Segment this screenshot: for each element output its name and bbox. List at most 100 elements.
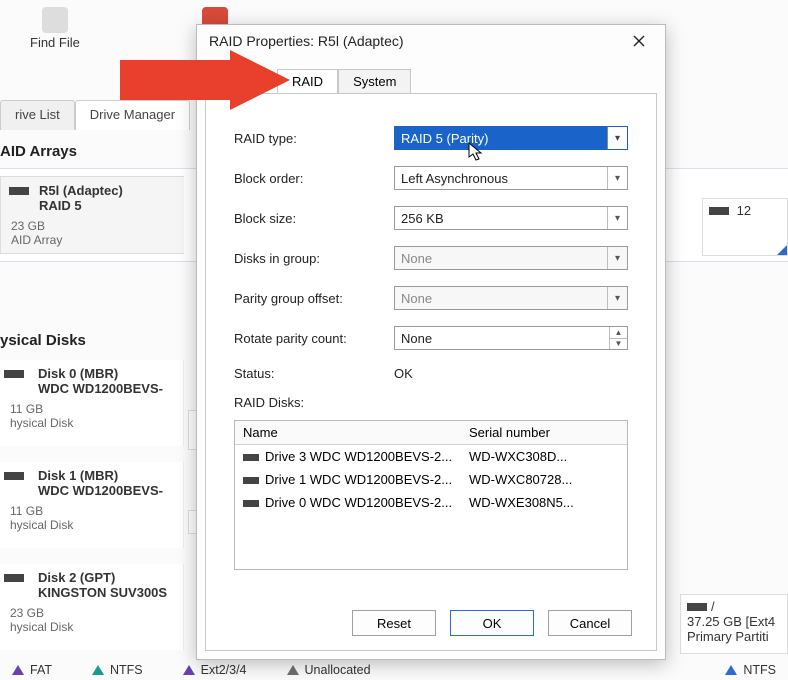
list-item[interactable]: Drive 3 WDC WD1200BEVS-2... WD-WXC308D..… (235, 445, 627, 468)
col-name[interactable]: Name (235, 421, 461, 444)
label-status: Status: (234, 366, 394, 381)
spinner-up-icon[interactable]: ▲ (609, 327, 627, 338)
dialog-buttons: Reset OK Cancel (352, 610, 632, 636)
list-item[interactable]: Drive 0 WDC WD1200BEVS-2... WD-WXE308N5.… (235, 491, 627, 514)
resize-corner-icon (777, 245, 787, 255)
col-serial[interactable]: Serial number (461, 421, 627, 444)
mount-point: / (711, 599, 715, 614)
block-size-combo[interactable]: 256 KB ▾ (394, 206, 628, 230)
chevron-down-icon: ▾ (607, 287, 627, 309)
peek-number: 12 (737, 203, 751, 218)
label-block-size: Block size: (234, 211, 394, 226)
drive-icon (9, 187, 29, 195)
label-raid-type: RAID type: (234, 131, 394, 146)
ntfs-swatch-icon (92, 665, 104, 675)
right-partition-card: / 37.25 GB [Ext4 Primary Partiti (680, 594, 788, 654)
raid-array-card[interactable]: R5l (Adaptec) RAID 5 23 GB AID Array (0, 176, 184, 254)
list-item[interactable]: Drive 1 WDC WD1200BEVS-2... WD-WXC80728.… (235, 468, 627, 491)
fs-unalloc: Unallocated (305, 663, 371, 677)
raid-name: R5l (Adaptec) (39, 183, 174, 198)
disk0-card[interactable]: Disk 0 (MBR) WDC WD1200BEVS- 11 GB hysic… (0, 360, 184, 446)
disk-model: KINGSTON SUV300S (38, 585, 173, 600)
search-icon (42, 7, 68, 33)
label-disks-in-group: Disks in group: (234, 251, 394, 266)
tab-drive-list[interactable]: rive List (0, 100, 75, 130)
list-header: Name Serial number (235, 421, 627, 445)
disk-model: WDC WD1200BEVS- (38, 483, 173, 498)
dialog-tabs: RAID System (277, 69, 657, 94)
fs-ntfs2: NTFS (743, 663, 776, 677)
disk-size: 11 GB (10, 504, 173, 518)
disk-serial: WD-WXE308N5... (461, 493, 627, 512)
disk-size: 11 GB (10, 402, 173, 416)
unalloc-swatch-icon (287, 665, 299, 675)
reset-button[interactable]: Reset (352, 610, 436, 636)
ok-button[interactable]: OK (450, 610, 534, 636)
label-block-order: Block order: (234, 171, 394, 186)
block-order-value: Left Asynchronous (401, 171, 508, 186)
disk1-card[interactable]: Disk 1 (MBR) WDC WD1200BEVS- 11 GB hysic… (0, 462, 184, 548)
filesystem-legend: FAT NTFS Ext2/3/4 Unallocated NTFS (0, 660, 788, 680)
cancel-button[interactable]: Cancel (548, 610, 632, 636)
close-icon (633, 35, 645, 47)
raid-type-value: RAID 5 (Parity) (401, 131, 488, 146)
raid-type-combo[interactable]: RAID 5 (Parity) ▾ (394, 126, 628, 150)
disk-serial: WD-WXC308D... (461, 447, 627, 466)
disk-name: Disk 0 (MBR) (38, 366, 173, 381)
raid-tab-panel: RAID type: RAID 5 (Parity) ▾ Block order… (205, 93, 657, 651)
status-value: OK (394, 366, 413, 381)
drive-icon (243, 477, 259, 484)
parity-group-offset-value: None (401, 291, 432, 306)
fs-fat: FAT (30, 663, 52, 677)
drive-icon (4, 472, 24, 480)
close-button[interactable] (623, 27, 655, 55)
drive-icon (243, 500, 259, 507)
drive-icon (4, 574, 24, 582)
disk-kind: hysical Disk (10, 518, 173, 532)
rotate-parity-count-value: None (401, 331, 432, 346)
raid-size: 23 GB (11, 219, 174, 233)
partition-type: Primary Partiti (687, 629, 781, 644)
raid-kind: AID Array (11, 233, 174, 247)
toolbar-label: Find File (30, 35, 80, 50)
block-order-combo[interactable]: Left Asynchronous ▾ (394, 166, 628, 190)
annotation-arrow-icon (120, 50, 290, 110)
drive-icon (687, 603, 707, 611)
fs-ext: Ext2/3/4 (201, 663, 247, 677)
ext-swatch-icon (183, 665, 195, 675)
disk-kind: hysical Disk (10, 416, 173, 430)
raid-level: RAID 5 (39, 198, 174, 213)
label-rotate-parity-count: Rotate parity count: (234, 331, 394, 346)
partition-size: 37.25 GB [Ext4 (687, 614, 781, 629)
disks-in-group-value: None (401, 251, 432, 266)
disk-name: Drive 3 WDC WD1200BEVS-2... (265, 449, 452, 464)
disk-name: Disk 2 (GPT) (38, 570, 173, 585)
disks-in-group-combo[interactable]: None ▾ (394, 246, 628, 270)
label-parity-group-offset: Parity group offset: (234, 291, 394, 306)
chevron-down-icon: ▾ (607, 247, 627, 269)
rotate-parity-count-spinner[interactable]: None ▲ ▼ (394, 326, 628, 350)
section-physical-disks: ysical Disks (0, 332, 86, 349)
dialog-title: RAID Properties: R5l (Adaptec) (209, 33, 404, 49)
disk-serial: WD-WXC80728... (461, 470, 627, 489)
fat-swatch-icon (12, 665, 24, 675)
tab-system[interactable]: System (338, 69, 411, 94)
ntfs2-swatch-icon (725, 665, 737, 675)
raid-properties-dialog: RAID Properties: R5l (Adaptec) RAID Syst… (196, 24, 666, 660)
disk-kind: hysical Disk (10, 620, 173, 634)
toolbar-find-file[interactable]: Find File (30, 7, 80, 50)
drive-icon (4, 370, 24, 378)
right-peek-card: 12 (702, 198, 788, 256)
disk-size: 23 GB (10, 606, 173, 620)
drive-icon (709, 207, 729, 215)
drive-icon (243, 454, 259, 461)
disk2-card[interactable]: Disk 2 (GPT) KINGSTON SUV300S 23 GB hysi… (0, 564, 184, 650)
disk-model: WDC WD1200BEVS- (38, 381, 173, 396)
chevron-down-icon: ▾ (607, 207, 627, 229)
chevron-down-icon: ▾ (607, 127, 627, 149)
parity-group-offset-combo[interactable]: None ▾ (394, 286, 628, 310)
disk-name: Drive 0 WDC WD1200BEVS-2... (265, 495, 452, 510)
raid-disks-list[interactable]: Name Serial number Drive 3 WDC WD1200BEV… (234, 420, 628, 570)
spinner-down-icon[interactable]: ▼ (609, 338, 627, 350)
section-raid-arrays: AID Arrays (0, 143, 77, 160)
